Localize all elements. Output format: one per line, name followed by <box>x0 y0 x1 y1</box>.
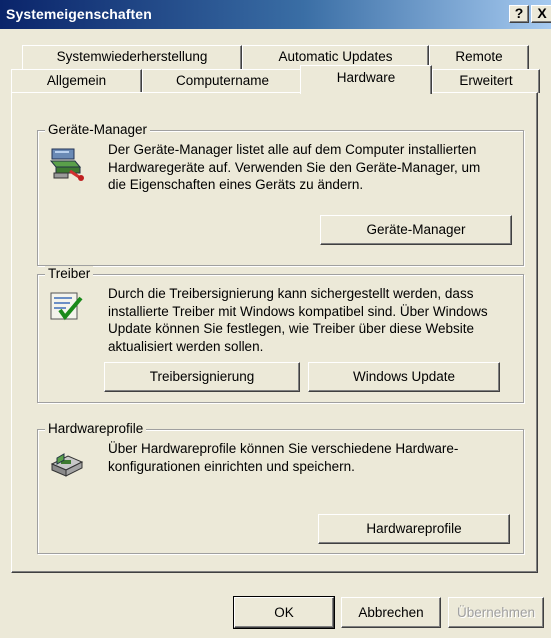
tab-label: Hardware <box>336 70 396 85</box>
button-label: Treibersignierung <box>149 369 255 384</box>
button-label: Übernehmen <box>456 605 536 620</box>
tab-label: Systemwiederherstellung <box>56 49 208 64</box>
tab-hardware[interactable]: Hardware <box>300 65 432 94</box>
drivers-text-line: Update können Sie festlegen, wie Treiber… <box>108 321 474 336</box>
button-label: Windows Update <box>352 369 456 384</box>
button-label: Hardwareprofile <box>366 521 462 536</box>
hardware-profiles-text-line: konfigurationen einrichten und speichern… <box>108 458 355 474</box>
window-title: Systemeigenschaften <box>6 6 152 22</box>
hardware-profile-icon <box>50 453 84 477</box>
button-label: Geräte-Manager <box>366 222 466 237</box>
tab-label: Erweitert <box>459 73 513 88</box>
tab-label: Remote <box>455 49 503 64</box>
cancel-button[interactable]: Abbrechen <box>341 597 441 628</box>
device-manager-icon <box>49 148 84 181</box>
tab-system-restore[interactable]: Systemwiederherstellung <box>22 45 242 69</box>
title-bar[interactable]: Systemeigenschaften ? X <box>0 0 551 29</box>
system-properties-window: Systemeigenschaften ? X Systemwiederhers… <box>0 0 551 638</box>
driver-signing-button[interactable]: Treibersignierung <box>104 362 300 392</box>
group-device-manager: Geräte-Manager Der Geräte-Manager listet… <box>37 122 524 266</box>
tab-remote[interactable]: Remote <box>429 45 529 69</box>
tab-label: Allgemein <box>46 73 107 88</box>
button-label: OK <box>274 605 294 620</box>
tab-label: Automatic Updates <box>278 49 393 64</box>
apply-button[interactable]: Übernehmen <box>448 597 544 628</box>
device-manager-text-line: die Eigenschaften eines Geräts zu ändern… <box>108 177 364 192</box>
windows-update-button[interactable]: Windows Update <box>308 362 500 392</box>
drivers-text-line: installierte Treiber mit Windows kompati… <box>108 303 488 319</box>
group-title: Geräte-Manager <box>45 122 151 137</box>
help-icon: ? <box>514 5 524 21</box>
group-title: Hardwareprofile <box>45 421 147 436</box>
device-manager-button[interactable]: Geräte-Manager <box>320 215 512 245</box>
hardware-profiles-button[interactable]: Hardwareprofile <box>318 514 510 544</box>
tab-advanced[interactable]: Erweitert <box>432 69 540 93</box>
drivers-text-line: aktualisiert werden sollen. <box>108 338 264 354</box>
device-manager-text-line: Der Geräte-Manager listet alle auf dem C… <box>108 142 477 157</box>
tab-general[interactable]: Allgemein <box>11 69 142 93</box>
tab-label: Computername <box>175 73 270 88</box>
close-icon: X <box>537 5 547 21</box>
close-button[interactable]: X <box>531 5 551 23</box>
tab-computer-name[interactable]: Computername <box>142 69 303 93</box>
tab-panel-hardware: Geräte-Manager Der Geräte-Manager listet… <box>11 92 538 573</box>
group-drivers: Treiber Durch die Treibersignierung kann… <box>37 266 524 403</box>
group-title: Treiber <box>45 266 94 281</box>
device-manager-text-line: Hardwaregeräte auf. Verwenden Sie den Ge… <box>108 159 481 175</box>
driver-signing-icon <box>50 292 83 321</box>
ok-button[interactable]: OK <box>233 596 335 629</box>
group-hardware-profiles: Hardwareprofile Über Hardwareprofile kön… <box>37 421 524 554</box>
help-button[interactable]: ? <box>509 5 529 23</box>
hardware-profiles-text-line: Über Hardwareprofile können Sie verschie… <box>108 441 459 456</box>
drivers-text-line: Durch die Treibersignierung kann sicherg… <box>108 286 474 301</box>
button-label: Abbrechen <box>358 605 424 620</box>
